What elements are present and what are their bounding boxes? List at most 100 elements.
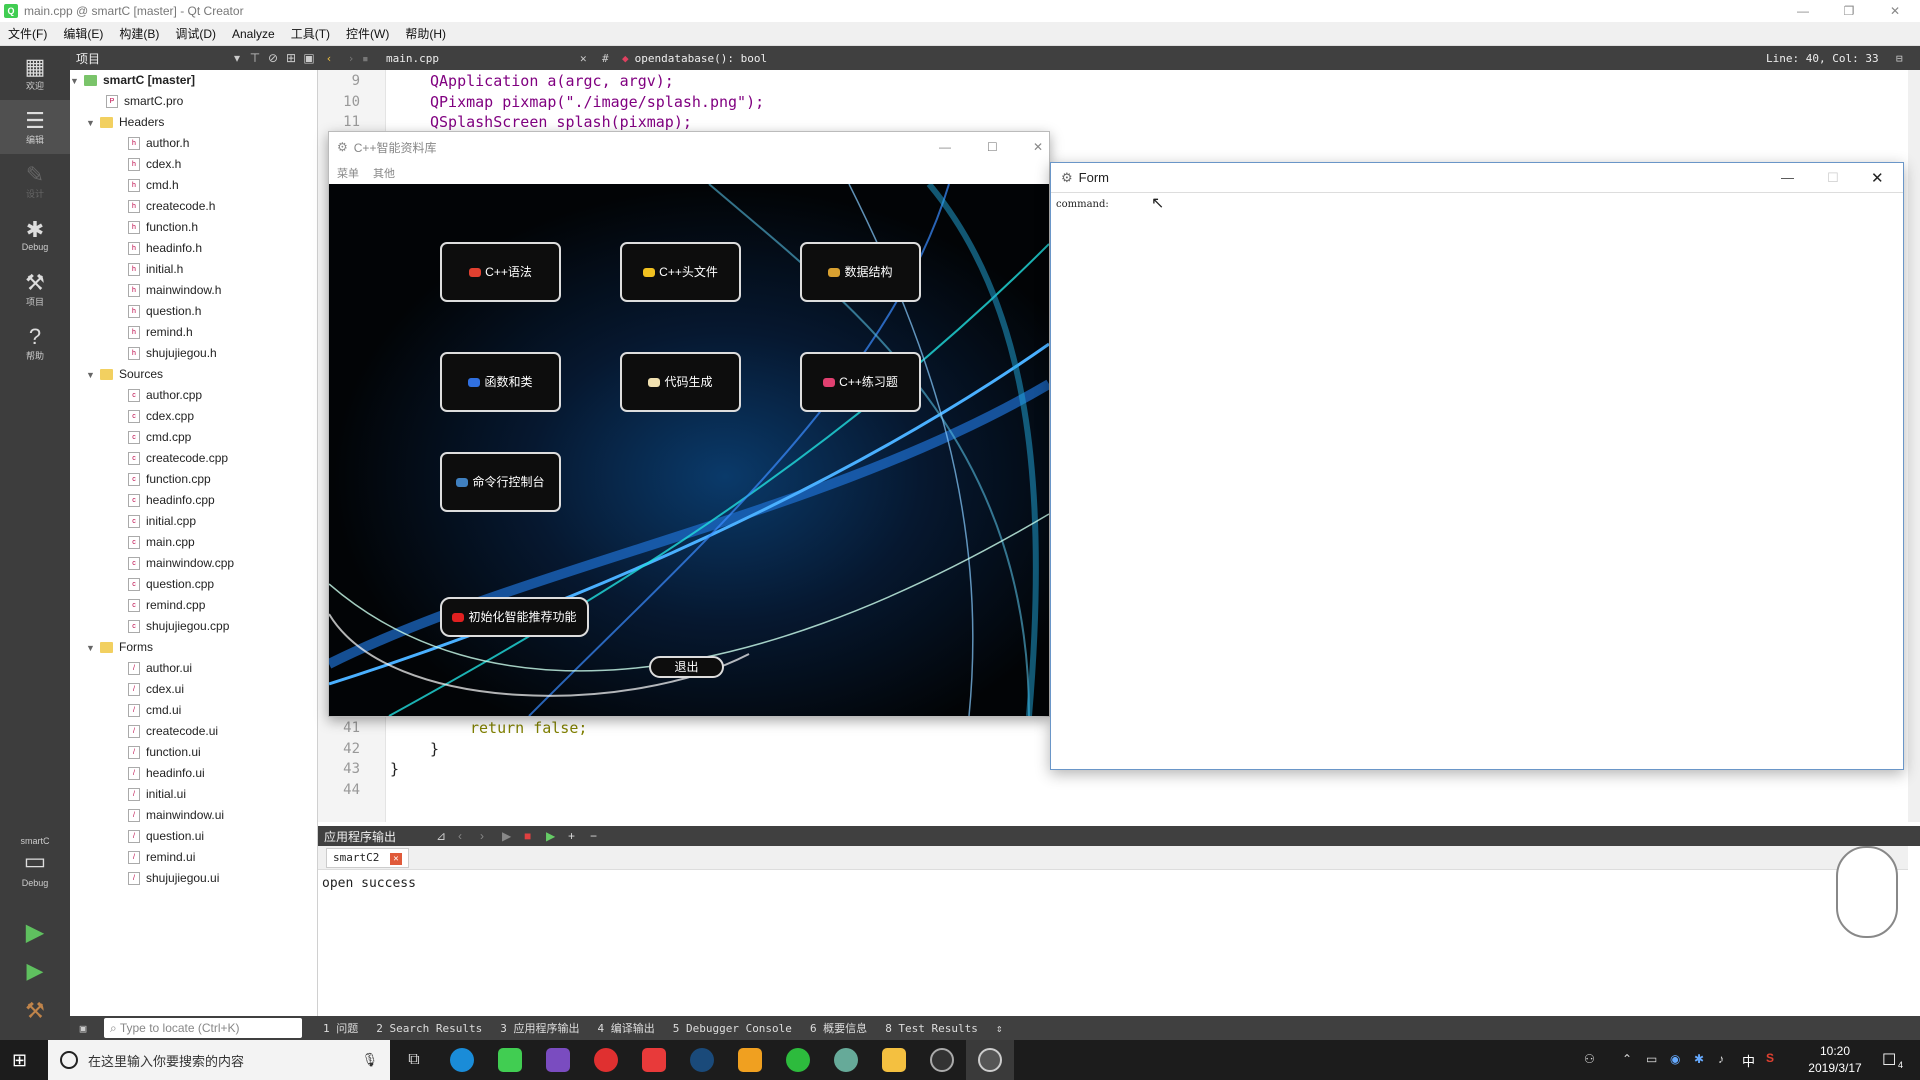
tree-file[interactable]: / question.ui xyxy=(70,826,317,847)
pane-search-results[interactable]: 2 Search Results xyxy=(367,1022,491,1035)
mode-projects[interactable]: ⚒ 项目 xyxy=(0,262,70,316)
tree-file[interactable]: / function.ui xyxy=(70,742,317,763)
menu-tools[interactable]: 工具(T) xyxy=(283,25,338,42)
close-button[interactable]: ✕ xyxy=(1872,0,1918,22)
tree-file[interactable]: c cdex.cpp xyxy=(70,406,317,427)
notification-icon[interactable]: ☐ xyxy=(1882,1050,1896,1070)
tree-file[interactable]: h cmd.h xyxy=(70,175,317,196)
tree-file[interactable]: h headinfo.h xyxy=(70,238,317,259)
back-arrow-icon[interactable]: ‹ xyxy=(318,52,340,65)
tree-file[interactable]: / createcode.ui xyxy=(70,721,317,742)
qt-creator-taskbar-icon[interactable] xyxy=(486,1040,534,1080)
library-minimize-button[interactable]: — xyxy=(939,140,951,154)
cpp-headers-button[interactable]: C++头文件 xyxy=(620,242,741,302)
mode-help[interactable]: ? 帮助 xyxy=(0,316,70,370)
library-maximize-button[interactable]: ☐ xyxy=(987,140,998,154)
wechat-taskbar-icon[interactable] xyxy=(774,1040,822,1080)
close-tab-icon[interactable]: ✕ xyxy=(389,853,402,865)
run-icon[interactable]: ▶ xyxy=(0,918,70,947)
task-view-icon[interactable]: ⧉ xyxy=(390,1040,438,1080)
tree-file[interactable]: / headinfo.ui xyxy=(70,763,317,784)
tree-folder-headers[interactable]: ▼ Headers xyxy=(70,112,317,133)
tree-file[interactable]: c question.cpp xyxy=(70,574,317,595)
pane-app-output[interactable]: 3 应用程序输出 xyxy=(491,1020,588,1036)
library-close-button[interactable]: ✕ xyxy=(1033,140,1043,154)
tray-expand-icon[interactable]: ⌃ xyxy=(1622,1052,1632,1066)
attach-icon[interactable]: ⊿ xyxy=(436,829,458,843)
exit-button[interactable]: 退出 xyxy=(649,656,724,678)
game-app-taskbar-icon[interactable] xyxy=(870,1040,918,1080)
code-line[interactable]: QSplashScreen splash(pixmap); xyxy=(430,113,692,131)
code-line[interactable]: QApplication a(argc, argv); xyxy=(430,72,674,90)
mode-edit[interactable]: ☰ 编辑 xyxy=(0,100,70,154)
tree-file[interactable]: c headinfo.cpp xyxy=(70,490,317,511)
project-view-selector[interactable]: 项目 xyxy=(74,50,228,67)
tree-file[interactable]: c shujujiegou.cpp xyxy=(70,616,317,637)
symbol-selector[interactable]: opendatabase(): bool xyxy=(635,52,1766,65)
mode-design[interactable]: ✎ 设计 xyxy=(0,154,70,208)
menu-debug[interactable]: 调试(D) xyxy=(167,25,224,42)
tree-file[interactable]: / initial.ui xyxy=(70,784,317,805)
command-console-button[interactable]: 命令行控制台 xyxy=(440,452,561,512)
tree-file[interactable]: c author.cpp xyxy=(70,385,317,406)
tree-file[interactable]: / cmd.ui xyxy=(70,700,317,721)
steam-tray-icon[interactable]: ◉ xyxy=(1670,1052,1680,1066)
chevron-down-icon[interactable]: ▼ xyxy=(70,71,84,92)
tree-file[interactable]: c main.cpp xyxy=(70,532,317,553)
init-recommend-button[interactable]: 初始化智能推荐功能 xyxy=(440,597,589,637)
output-tab[interactable]: smartC2 ✕ xyxy=(326,848,409,868)
tree-file[interactable]: h remind.h xyxy=(70,322,317,343)
editor-scrollbar[interactable] xyxy=(1908,70,1920,822)
menu-analyze[interactable]: Analyze xyxy=(224,27,283,41)
tree-file[interactable]: / remind.ui xyxy=(70,847,317,868)
code-line[interactable]: QPixmap pixmap("./image/splash.png"); xyxy=(430,93,764,111)
cpp-exercises-button[interactable]: C++练习题 xyxy=(800,352,921,412)
restore-button[interactable]: ❐ xyxy=(1826,0,1872,22)
code-line[interactable]: return false; xyxy=(470,719,587,737)
tree-file[interactable]: / author.ui xyxy=(70,658,317,679)
rerun-icon[interactable]: ▶ xyxy=(502,829,524,843)
tree-file[interactable]: / cdex.ui xyxy=(70,679,317,700)
prev-icon[interactable]: ‹ xyxy=(458,829,480,843)
minimize-button[interactable]: — xyxy=(1780,0,1826,22)
debug-icon[interactable]: ▶ xyxy=(546,829,568,843)
steam-taskbar-icon[interactable] xyxy=(678,1040,726,1080)
tree-file[interactable]: h shujujiegou.h xyxy=(70,343,317,364)
form-minimize-button[interactable]: — xyxy=(1781,170,1794,185)
globe-app-taskbar-icon[interactable] xyxy=(822,1040,870,1080)
tree-file[interactable]: c function.cpp xyxy=(70,469,317,490)
next-icon[interactable]: › xyxy=(480,829,502,843)
tree-file[interactable]: h question.h xyxy=(70,301,317,322)
menu-help[interactable]: 帮助(H) xyxy=(397,25,454,42)
windows-start-icon[interactable]: ⊞ xyxy=(12,1050,27,1071)
browser-taskbar-icon[interactable] xyxy=(438,1040,486,1080)
build-hammer-icon[interactable]: ⚒ xyxy=(0,998,70,1024)
chevron-down-icon[interactable]: ▼ xyxy=(86,365,100,386)
mode-welcome[interactable]: ▦ 欢迎 xyxy=(0,46,70,100)
sogou-ime-icon[interactable]: S xyxy=(1766,1051,1774,1065)
volume-icon[interactable]: ♪ xyxy=(1718,1052,1724,1066)
zoom-in-icon[interactable]: + xyxy=(568,829,590,843)
taskbar-search-box[interactable]: 在这里输入你要搜索的内容 🎙 xyxy=(48,1040,390,1080)
library-menu-main[interactable]: 菜单 xyxy=(337,165,359,181)
code-line[interactable]: } xyxy=(390,760,399,778)
close-file-icon[interactable]: ✕ xyxy=(580,52,602,65)
forward-arrow-icon[interactable]: › xyxy=(340,52,362,65)
locator-input[interactable]: ⌕ Type to locate (Ctrl+K) xyxy=(104,1018,302,1038)
debug-run-icon[interactable]: ▶ xyxy=(0,958,70,984)
tree-root-project[interactable]: ▼ smartC [master] xyxy=(70,70,317,91)
kit-selector[interactable]: smartC ▭ Debug xyxy=(0,836,70,888)
tree-folder-sources[interactable]: ▼ Sources xyxy=(70,364,317,385)
chevron-down-icon[interactable]: ▼ xyxy=(86,638,100,659)
filter-icon[interactable]: ⊤ xyxy=(246,51,264,65)
obs-taskbar-icon[interactable] xyxy=(918,1040,966,1080)
split-editor-icon[interactable]: ⊟ xyxy=(1896,52,1920,65)
pane-menu-icon[interactable]: ⇕ xyxy=(987,1022,1012,1035)
open-file-selector[interactable]: main.cpp xyxy=(380,52,580,65)
functions-classes-button[interactable]: 函数和类 xyxy=(440,352,561,412)
tree-file[interactable]: c cmd.cpp xyxy=(70,427,317,448)
code-line[interactable]: } xyxy=(430,740,439,758)
menu-file[interactable]: 文件(F) xyxy=(0,25,55,42)
data-structures-button[interactable]: 数据结构 xyxy=(800,242,921,302)
orange-app-taskbar-icon[interactable] xyxy=(726,1040,774,1080)
